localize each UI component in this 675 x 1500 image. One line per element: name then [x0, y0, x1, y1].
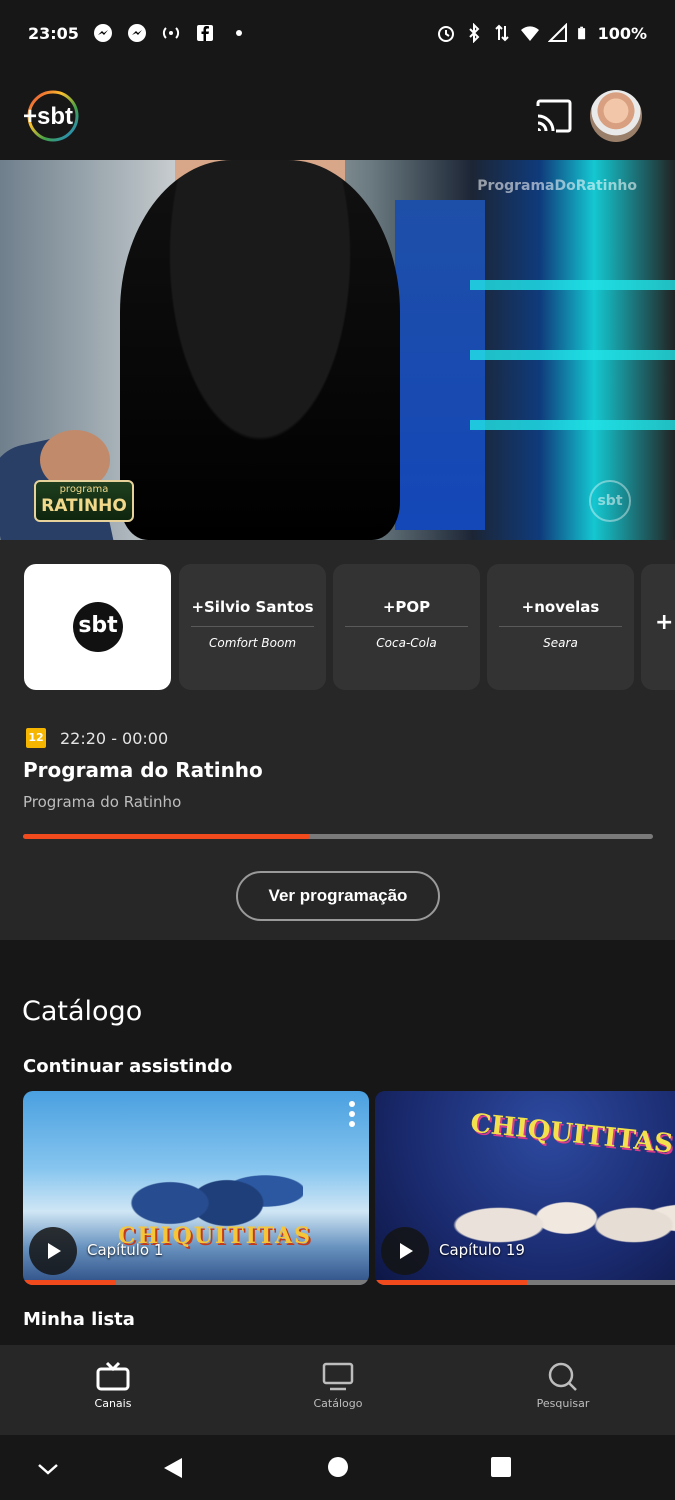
video-player[interactable]: ProgramaDoRatinho programa RATINHO sbt	[0, 160, 675, 540]
continue-item-card[interactable]: CHIQUITITAS Capítulo 1	[23, 1091, 369, 1285]
battery-icon	[577, 26, 585, 40]
search-icon	[548, 1362, 577, 1391]
facebook-icon	[196, 25, 213, 41]
home-icon[interactable]	[326, 1455, 350, 1479]
continue-watching-carousel: CHIQUITITAS Capítulo 1 CHIQUITITAS Capít…	[23, 1091, 675, 1287]
channel-card-pop[interactable]: +POP Coca-Cola	[333, 564, 480, 690]
program-time-row: 12 22:20 - 00:00	[26, 728, 168, 748]
program-subtitle: Programa do Ratinho	[23, 793, 182, 811]
back-icon[interactable]	[160, 1455, 186, 1481]
channel-card-sbt[interactable]: sbt	[24, 564, 171, 690]
channel-carousel: sbt +Silvio Santos Comfort Boom +POP Coc…	[24, 564, 675, 690]
channel-card-novelas[interactable]: +novelas Seara	[487, 564, 634, 690]
live-panel: sbt +Silvio Santos Comfort Boom +POP Coc…	[0, 540, 675, 940]
view-schedule-button[interactable]: Ver programação	[236, 871, 440, 921]
play-icon[interactable]	[381, 1227, 429, 1275]
nav-item-channels[interactable]: Canais	[53, 1361, 173, 1410]
program-logo: programa RATINHO	[34, 480, 134, 522]
age-rating-badge: 12	[26, 728, 46, 748]
messenger-icon	[93, 24, 112, 42]
radio-icon	[162, 27, 180, 39]
chevron-down-icon[interactable]	[36, 1461, 60, 1477]
status-bar: 23:05 100%	[0, 0, 675, 66]
nav-item-search[interactable]: Pesquisar	[503, 1361, 623, 1410]
channel-bug: sbt	[589, 480, 631, 522]
battery-percent: 100%	[597, 23, 647, 43]
app-header: +sbt	[0, 82, 675, 148]
episode-label: Capítulo 19	[439, 1241, 525, 1259]
avatar[interactable]	[590, 90, 642, 142]
channel-card-silvio-santos[interactable]: +Silvio Santos Comfort Boom	[179, 564, 326, 690]
recents-icon[interactable]	[489, 1455, 513, 1479]
program-title: Programa do Ratinho	[23, 758, 263, 782]
messenger-icon	[127, 24, 146, 42]
monitor-icon	[322, 1362, 354, 1391]
svg-text:+sbt: +sbt	[23, 103, 73, 130]
cast-icon[interactable]	[534, 98, 574, 134]
watch-progress-bar	[375, 1280, 675, 1285]
continue-watching-heading: Continuar assistindo	[23, 1056, 233, 1077]
bottom-navigation: Canais Catálogo Pesquisar	[0, 1345, 675, 1435]
nav-item-catalog[interactable]: Catálogo	[278, 1361, 398, 1410]
signal-icon	[547, 23, 567, 42]
system-navigation	[0, 1435, 675, 1500]
play-icon[interactable]	[29, 1227, 77, 1275]
bluetooth-icon	[468, 23, 479, 43]
my-list-heading: Minha lista	[23, 1309, 135, 1330]
sponsor-label: Coca-Cola	[376, 636, 437, 650]
data-arrows-icon	[494, 24, 509, 42]
alarm-icon	[437, 26, 454, 42]
channel-card-more[interactable]: +	[641, 564, 675, 690]
wifi-icon	[520, 26, 539, 41]
catalog-heading: Catálogo	[22, 996, 143, 1027]
sponsor-label: Comfort Boom	[208, 636, 297, 650]
sbt-channel-logo: sbt	[73, 602, 123, 652]
video-watermark: ProgramaDoRatinho	[477, 178, 637, 194]
dot-icon	[235, 30, 242, 36]
continue-item-card[interactable]: CHIQUITITAS Capítulo 19	[375, 1091, 675, 1285]
sbt-logo[interactable]: +sbt	[22, 90, 80, 142]
more-options-icon[interactable]	[349, 1101, 357, 1131]
program-progress-bar	[23, 834, 653, 839]
sponsor-label: Seara	[543, 636, 578, 650]
watch-progress-bar	[23, 1280, 369, 1285]
program-time: 22:20 - 00:00	[60, 728, 169, 748]
episode-label: Capítulo 1	[87, 1241, 164, 1259]
tv-icon	[96, 1361, 130, 1391]
clock: 23:05	[28, 23, 79, 43]
